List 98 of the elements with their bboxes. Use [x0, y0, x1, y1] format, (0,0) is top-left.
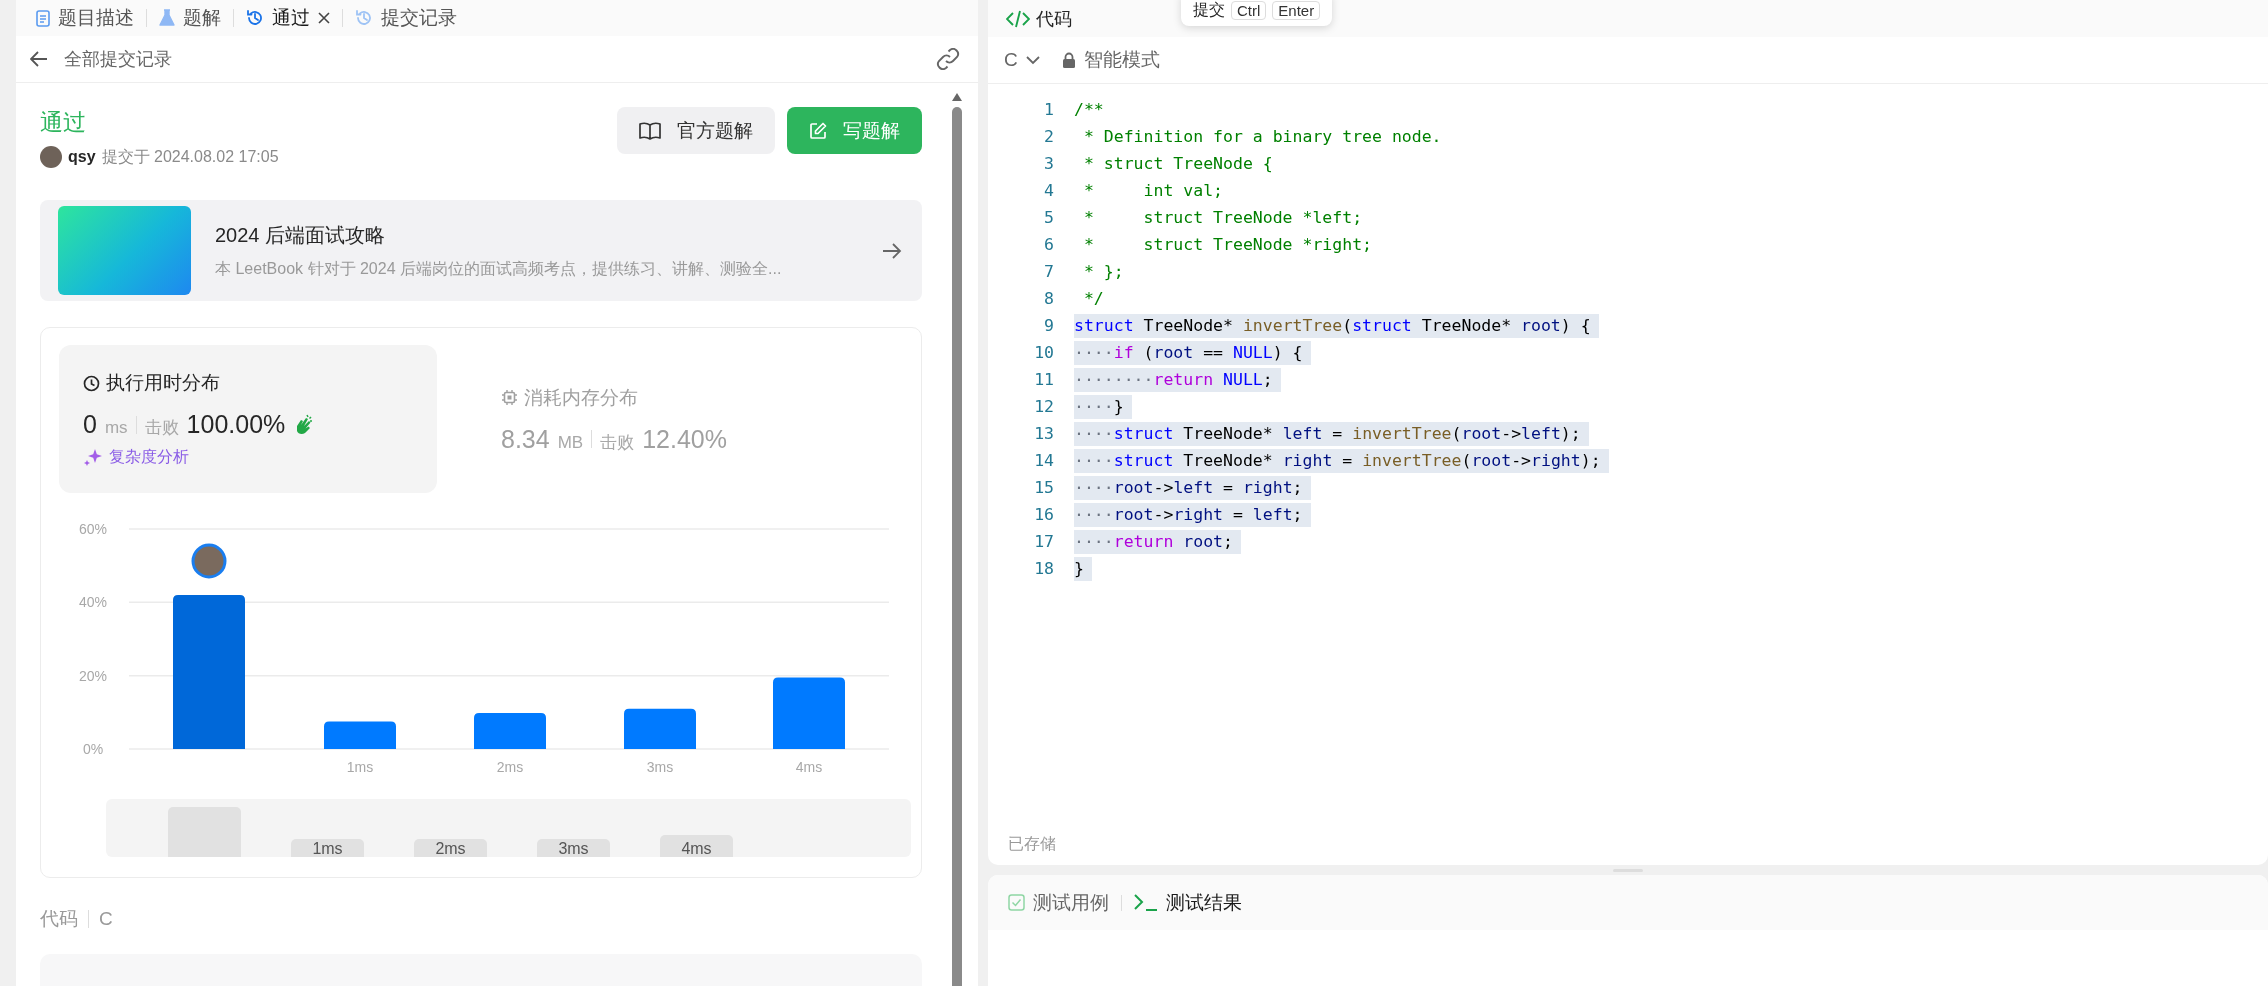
- tab[interactable]: 题目描述: [36, 5, 134, 31]
- code-label: 代码: [40, 907, 78, 932]
- book-card[interactable]: 2024 后端面试攻略 本 LeetBook 针对于 2024 后端岗位的面试高频考点，提供练习、讲解、测验全...: [40, 200, 922, 302]
- save-status: 已存储: [1007, 834, 1057, 854]
- avatar: [40, 146, 62, 168]
- stat-title: 执行用时分布: [106, 371, 220, 396]
- line-number: 14: [1033, 451, 1055, 470]
- beats-label: 击败: [144, 417, 179, 440]
- submission-status: 通过: [40, 108, 87, 137]
- line-number: 7: [1043, 262, 1055, 281]
- chart-bar[interactable]: [773, 677, 845, 750]
- line-number: 9: [1043, 316, 1055, 335]
- smart-mode-toggle[interactable]: 智能模式: [1061, 47, 1160, 73]
- chevron-down-icon: [1025, 55, 1040, 65]
- code-line: */: [1082, 287, 1105, 310]
- link-icon[interactable]: [936, 48, 960, 70]
- back-arrow-icon[interactable]: [30, 51, 48, 67]
- tab[interactable]: 题解: [159, 5, 221, 31]
- line-number: 10: [1033, 343, 1055, 362]
- line-number: 8: [1043, 289, 1055, 308]
- code-line: * struct TreeNode {: [1082, 152, 1274, 175]
- sparkle-icon: [83, 447, 103, 468]
- scrollbar[interactable]: [952, 93, 962, 986]
- line-number: 11: [1033, 370, 1055, 389]
- book-title: 2024 后端面试攻略: [215, 222, 387, 248]
- editor-title: 代码: [1036, 7, 1072, 31]
- code-line: * int val;: [1082, 179, 1224, 202]
- y-axis-label: 0%: [82, 741, 104, 758]
- x-axis-label: 3ms: [646, 759, 674, 776]
- line-number: 18: [1033, 559, 1055, 578]
- chip-icon: [501, 389, 518, 407]
- official-solution-button[interactable]: 官方题解: [617, 107, 775, 154]
- arrow-right-icon: [882, 241, 902, 260]
- line-number: 15: [1033, 478, 1055, 497]
- history-icon: [355, 9, 373, 27]
- test-tab[interactable]: 测试用例: [1008, 889, 1109, 916]
- code-icon: [1006, 9, 1030, 28]
- chart-bar[interactable]: [324, 721, 396, 750]
- line-number: 2: [1043, 127, 1055, 146]
- code-line: * };: [1082, 260, 1125, 283]
- flask-icon: [159, 9, 175, 27]
- line-number: 12: [1033, 397, 1055, 416]
- chart-navigator[interactable]: 1ms 2ms 3ms 4ms: [106, 799, 911, 858]
- y-axis-label: 60%: [79, 521, 107, 538]
- submission-time: 提交于 2024.08.02 17:05: [101, 146, 279, 167]
- history-icon: [246, 9, 264, 27]
- beats-percent: 12.40%: [642, 424, 727, 454]
- x-axis-label: 2ms: [496, 759, 524, 776]
- chart-bar[interactable]: [624, 709, 696, 750]
- shortcut-tooltip: 提交 Ctrl Enter: [1181, 0, 1333, 26]
- line-number: 1: [1043, 100, 1055, 119]
- stat-value: 0: [83, 410, 97, 440]
- line-number: 3: [1043, 154, 1055, 173]
- terminal-icon: [1134, 894, 1158, 911]
- tab[interactable]: 提交记录: [355, 5, 457, 31]
- x-axis-label: 1ms: [346, 759, 374, 776]
- navigator-label: 1ms: [291, 839, 364, 858]
- beats-percent: 100.00%: [186, 410, 286, 440]
- navigator-label: 4ms: [660, 835, 733, 858]
- book-description: 本 LeetBook 针对于 2024 后端岗位的面试高频考点，提供练习、讲解、测验全...: [215, 258, 783, 279]
- checkbox-icon: [1008, 894, 1025, 911]
- stat-title: 消耗内存分布: [524, 385, 638, 410]
- lock-icon: [1061, 51, 1076, 69]
- complexity-analysis-link[interactable]: 复杂度分析: [83, 447, 413, 469]
- code-line: * Definition for a binary tree node.: [1082, 125, 1443, 148]
- code-line: * struct TreeNode *right;: [1082, 233, 1373, 256]
- language-dropdown[interactable]: C: [1004, 49, 1040, 71]
- clock-icon: [83, 374, 100, 392]
- tab[interactable]: 通过: [246, 5, 330, 31]
- navigator-label: 3ms: [537, 839, 610, 858]
- close-icon[interactable]: [318, 12, 330, 24]
- line-number: 5: [1043, 208, 1055, 227]
- line-number: 16: [1033, 505, 1055, 524]
- code-line: * struct TreeNode *left;: [1082, 206, 1364, 229]
- stat-unit: ms: [104, 418, 128, 439]
- line-number: 13: [1033, 424, 1055, 443]
- y-axis-label: 20%: [79, 668, 107, 684]
- line-number: 4: [1043, 181, 1055, 200]
- beats-label: 击败: [600, 431, 635, 454]
- edit-icon: [809, 121, 827, 140]
- line-number: 17: [1033, 532, 1055, 551]
- chart-bar[interactable]: [474, 713, 546, 750]
- avatar: [191, 543, 227, 579]
- code-line: /**: [1074, 98, 1105, 121]
- stat-card[interactable]: 执行用时分布 0 ms 击败 100.00% 复杂度分析: [59, 345, 437, 494]
- test-tab[interactable]: 测试结果: [1134, 889, 1242, 916]
- code-language: C: [99, 908, 113, 931]
- x-axis-label: 4ms: [795, 759, 823, 776]
- navigator-label: 2ms: [414, 839, 487, 858]
- y-axis-label: 40%: [79, 594, 107, 611]
- stat-value: 8.34: [501, 424, 550, 454]
- all-submissions-link[interactable]: 全部提交记录: [64, 47, 172, 71]
- username[interactable]: qsy: [68, 148, 96, 166]
- document-icon: [36, 9, 50, 27]
- book-icon: [639, 121, 661, 140]
- line-number: 6: [1043, 235, 1055, 254]
- stat-unit: MB: [557, 432, 584, 453]
- scroll-up-arrow-icon[interactable]: [952, 93, 962, 101]
